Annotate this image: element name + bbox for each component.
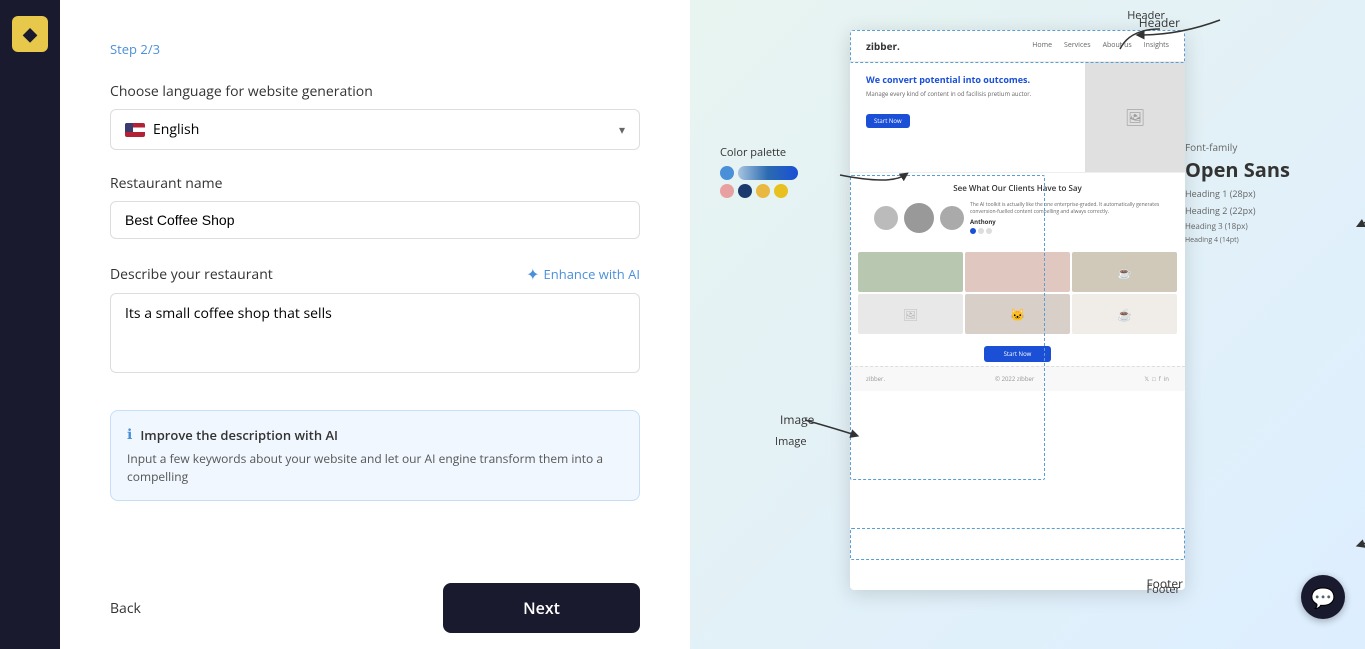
language-label: Choose language for website generation [110,82,640,101]
us-flag-icon [125,123,145,137]
image-label: Image [775,434,807,449]
enhance-ai-button[interactable]: ✦ Enhance with AI [526,263,640,285]
restaurant-name-group: Restaurant name [110,174,640,239]
mockup-images-grid: ☕ 🖼 🐱 ☕ [850,244,1185,342]
info-box: ℹ Improve the description with AI Input … [110,410,640,501]
color-swatch-2 [720,184,734,198]
heading1-label: Heading 1 (28px) [1185,187,1345,200]
color-swatch-5 [774,184,788,198]
mockup-testimonial-content: The AI toolkit is actually like the one … [970,202,1161,234]
heading2-label: Heading 2 (22px) [1185,204,1345,217]
color-swatch-3 [738,184,752,198]
instagram-icon: □ [1152,375,1156,383]
mockup-image-2 [965,252,1070,292]
mockup-hero-text: We convert potential into outcomes. Mana… [850,62,1085,172]
info-icon: ℹ [127,425,132,444]
dot-1 [970,228,976,234]
header-arrow [1110,24,1170,54]
chat-button[interactable]: 💬 [1301,575,1345,619]
color-row-1 [720,166,798,180]
color-palette-section: Color palette [720,145,798,202]
heading4-label: Heading 4 (14pt) [1185,236,1345,245]
font-family-section: Font-family Open Sans Heading 1 (28px) H… [1185,140,1345,245]
restaurant-name-label: Restaurant name [110,174,640,193]
mockup-hero-image: 🖼 [1085,62,1185,172]
color-bar-1 [738,166,798,180]
mockup-nav-home: Home [1032,41,1052,50]
mockup-hero-sub: Manage every kind of content in od facil… [866,90,1069,98]
enhance-ai-label: Enhance with AI [544,265,640,283]
dot-3 [986,228,992,234]
step-label: Step 2/3 [110,40,640,58]
mockup-hero-title: We convert potential into outcomes. [866,74,1069,86]
mockup-avatar-3 [940,206,964,230]
mockup-social-icons: 𝕏 □ f in [1144,375,1169,383]
color-swatch-1 [720,166,734,180]
mockup-image-6: ☕ [1072,294,1177,334]
sparkle-icon: ✦ [526,263,539,285]
app-logo[interactable]: ◆ [12,16,48,52]
facebook-icon: f [1159,375,1161,383]
mockup-dots [970,228,1161,234]
restaurant-name-input[interactable] [110,201,640,239]
website-mockup: zibber. Home Services About us Insights … [850,30,1185,590]
header-label: Header [1127,8,1165,23]
describe-header: Describe your restaurant ✦ Enhance with … [110,263,640,285]
bottom-bar: Back Next [60,567,690,649]
info-box-header: ℹ Improve the description with AI [127,425,623,444]
mockup-image-3: ☕ [1072,252,1177,292]
mockup-avatar-1 [874,206,898,230]
mockup-hero: We convert potential into outcomes. Mana… [850,62,1185,172]
font-family-name: Open Sans [1185,156,1345,183]
linkedin-icon: in [1164,375,1169,383]
mockup-start-btn-row: Start Now [850,342,1185,366]
chevron-down-icon: ▾ [619,121,625,138]
mockup-testimonial-section: See What Our Clients Have to Say The AI … [850,172,1185,244]
form-panel: Step 2/3 Choose language for website gen… [60,0,690,649]
font-family-label: Font-family [1185,140,1345,154]
describe-group: Describe your restaurant ✦ Enhance with … [110,263,640,378]
language-value: English [153,120,199,139]
color-swatch-4 [756,184,770,198]
language-select[interactable]: English ▾ [110,109,640,150]
mockup-testimonial-text: The AI toolkit is actually like the one … [970,202,1161,216]
next-button[interactable]: Next [443,583,640,633]
color-palette-label: Color palette [720,145,798,160]
mockup-image-4: 🖼 [858,294,963,334]
image-annotation: Image [780,407,814,429]
mockup-author: Anthony [970,218,1161,226]
language-group: Choose language for website generation E… [110,82,640,150]
preview-panel: Color palette Font-family Open Sans Head… [690,0,1365,649]
back-button[interactable]: Back [110,599,141,618]
heading3-label: Heading 3 (18px) [1185,221,1345,232]
twitter-icon: 𝕏 [1144,375,1149,383]
mockup-footer-copy: © 2022 zibber [995,375,1034,383]
dot-2 [978,228,984,234]
describe-label: Describe your restaurant [110,265,273,284]
mockup-footer: zibber. © 2022 zibber 𝕏 □ f in [850,366,1185,391]
info-text: Input a few keywords about your website … [127,450,623,486]
footer-overlay [850,528,1185,560]
mockup-start-btn: Start Now [984,346,1052,362]
footer-label: Footer [1146,582,1180,597]
mockup-testimonial: The AI toolkit is actually like the one … [866,202,1169,234]
info-title: Improve the description with AI [140,426,338,444]
mockup-hero-btn: Start Now [866,114,910,128]
mockup-brand: zibber. [866,39,900,53]
main-content: Step 2/3 Choose language for website gen… [60,0,1365,649]
mockup-image-5: 🐱 [965,294,1070,334]
describe-textarea[interactable]: Its a small coffee shop that sells [110,293,640,373]
mockup-avatar-2 [904,203,934,233]
color-row-2 [720,184,798,198]
mockup-image-1 [858,252,963,292]
sidebar: ◆ [0,0,60,649]
mockup-nav-services: Services [1064,41,1091,50]
mockup-footer-brand: zibber. [866,375,885,383]
mockup-section-title: See What Our Clients Have to Say [866,183,1169,194]
